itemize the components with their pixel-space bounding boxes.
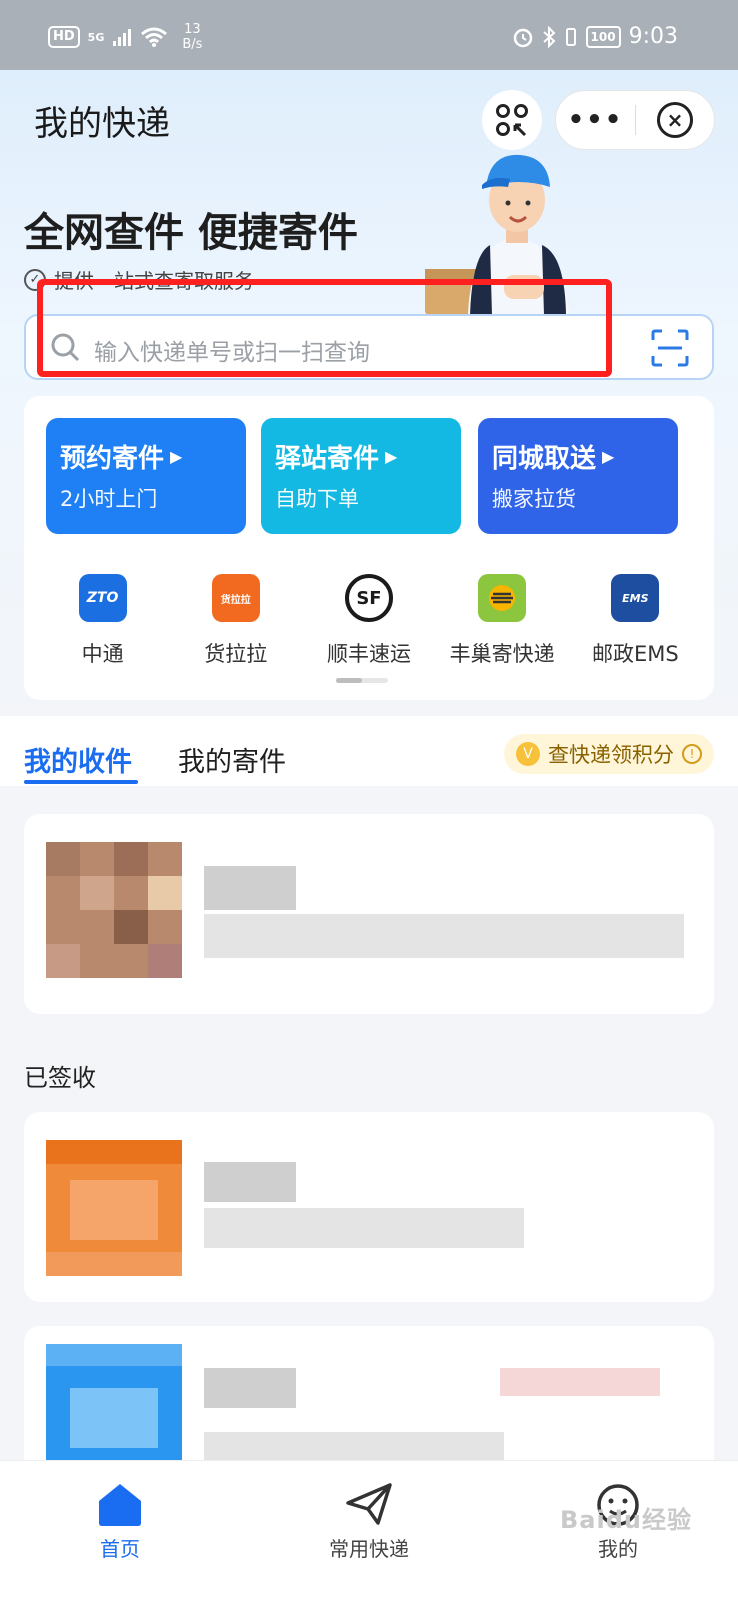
bluetooth-icon — [542, 25, 555, 48]
courier-item-fengchao[interactable]: 丰巢寄快递 — [438, 574, 566, 668]
fengchao-logo-icon — [478, 574, 527, 622]
zto-logo-icon: ZTO — [78, 574, 127, 622]
package-thumbnail — [46, 842, 182, 978]
courier-name: 丰巢寄快递 — [449, 642, 555, 666]
ems-logo-icon: EMS — [611, 574, 660, 622]
tab-received[interactable]: 我的收件 — [24, 740, 138, 784]
station-send-title: 驿站寄件 — [275, 444, 380, 474]
vibrate-icon — [565, 27, 576, 46]
courier-name: 顺丰速运 — [326, 642, 411, 666]
scan-barcode-icon[interactable] — [650, 328, 690, 368]
net-speed: 13 B/s — [182, 22, 203, 52]
nav-common-couriers[interactable]: 常用快递 — [289, 1481, 449, 1562]
package-thumbnail — [46, 1344, 182, 1476]
hd-indicator: HD — [48, 26, 80, 48]
nav-home-label: 首页 — [100, 1537, 140, 1561]
redacted-text — [204, 1208, 524, 1248]
courier-list: ZTO 中通 货拉拉 货拉拉 SF 顺丰速运 丰巢寄快递 EMS 邮政EMS — [24, 574, 714, 668]
courier-name: 货拉拉 — [204, 642, 268, 666]
package-tabs: 我的收件 我的寄件 V 查快递领积分 ! — [0, 716, 738, 786]
close-icon: × — [656, 102, 693, 138]
courier-item-zto[interactable]: ZTO 中通 — [39, 574, 167, 668]
courier-item-huolala[interactable]: 货拉拉 货拉拉 — [172, 574, 300, 668]
home-icon — [99, 1484, 141, 1526]
hero-subline: ✓ 提供一站式查寄取服务 — [24, 265, 254, 294]
more-button[interactable]: ••• — [556, 105, 635, 135]
signal-bars-icon — [113, 29, 132, 46]
search-input[interactable]: 输入快递单号或扫一扫查询 — [24, 314, 714, 380]
scan-code-button[interactable] — [482, 90, 542, 150]
miniapp-capsule: ••• × — [555, 90, 715, 150]
battery-icon: 100 — [585, 25, 621, 48]
nav-home[interactable]: 首页 — [40, 1481, 200, 1562]
service-card: 预约寄件 ▶ 2小时上门 驿站寄件 ▶ 自助下单 同城取送 ▶ 搬家拉货 ZTO 中通… — [24, 396, 714, 700]
hero-subline-text: 提供一站式查寄取服务 — [54, 269, 254, 293]
package-card[interactable] — [24, 814, 714, 1014]
redacted-text — [204, 914, 684, 958]
info-icon: ! — [682, 744, 702, 764]
section-signed-label: 已签收 — [24, 1064, 96, 1092]
alarm-icon — [513, 28, 532, 47]
hero-headline: 全网查件 便捷寄件 — [24, 210, 358, 256]
coin-icon: V — [516, 742, 540, 766]
wifi-icon — [141, 27, 168, 47]
scan-code-icon — [496, 104, 528, 137]
sf-logo-icon: SF — [344, 574, 393, 622]
watermark-text: Baidu经验 — [560, 1506, 692, 1534]
courier-mascot-icon — [425, 154, 570, 315]
search-placeholder: 输入快递单号或扫一扫查询 — [94, 340, 370, 366]
search-icon — [51, 333, 80, 362]
nav-common-label: 常用快递 — [329, 1537, 409, 1561]
signal-5g-label: 5G — [87, 30, 105, 44]
station-send-button[interactable]: 驿站寄件 ▶ 自助下单 — [261, 418, 461, 534]
active-tab-underline — [24, 780, 138, 784]
courier-item-sf[interactable]: SF 顺丰速运 — [305, 574, 433, 668]
package-thumbnail — [46, 1140, 182, 1276]
page-indicator — [336, 678, 388, 683]
redacted-text — [500, 1368, 660, 1396]
package-card[interactable] — [24, 1112, 714, 1302]
arrow-right-icon: ▶ — [170, 447, 183, 466]
book-pickup-button[interactable]: 预约寄件 ▶ 2小时上门 — [46, 418, 246, 534]
nav-mine-label: 我的 — [598, 1537, 638, 1561]
station-send-subtitle: 自助下单 — [275, 487, 359, 511]
book-pickup-title: 预约寄件 — [60, 444, 165, 474]
redacted-text — [204, 866, 296, 910]
book-pickup-subtitle: 2小时上门 — [60, 487, 158, 511]
arrow-right-icon: ▶ — [385, 447, 398, 466]
courier-name: 中通 — [81, 642, 124, 666]
same-city-title: 同城取送 — [492, 444, 597, 474]
same-city-button[interactable]: 同城取送 ▶ 搬家拉货 — [478, 418, 678, 534]
paper-plane-icon — [346, 1483, 392, 1525]
courier-name: 邮政EMS — [591, 642, 679, 666]
courier-item-ems[interactable]: EMS 邮政EMS — [571, 574, 699, 668]
redacted-text — [204, 1162, 296, 1202]
tab-sent[interactable]: 我的寄件 — [178, 740, 286, 779]
huolala-logo-icon: 货拉拉 — [211, 574, 260, 622]
package-card[interactable] — [24, 1326, 714, 1476]
earn-points-button[interactable]: V 查快递领积分 ! — [504, 734, 714, 774]
page-title: 我的快递 — [34, 104, 170, 144]
check-circle-icon: ✓ — [24, 268, 46, 291]
close-button[interactable]: × — [636, 102, 714, 138]
clock-time: 9:03 — [628, 24, 678, 49]
earn-points-label: 查快递领积分 — [548, 743, 674, 767]
status-bar: HD 5G 13 B/s 100 9:03 — [0, 0, 738, 70]
redacted-text — [204, 1368, 296, 1408]
same-city-subtitle: 搬家拉货 — [492, 487, 576, 511]
arrow-right-icon: ▶ — [602, 447, 615, 466]
